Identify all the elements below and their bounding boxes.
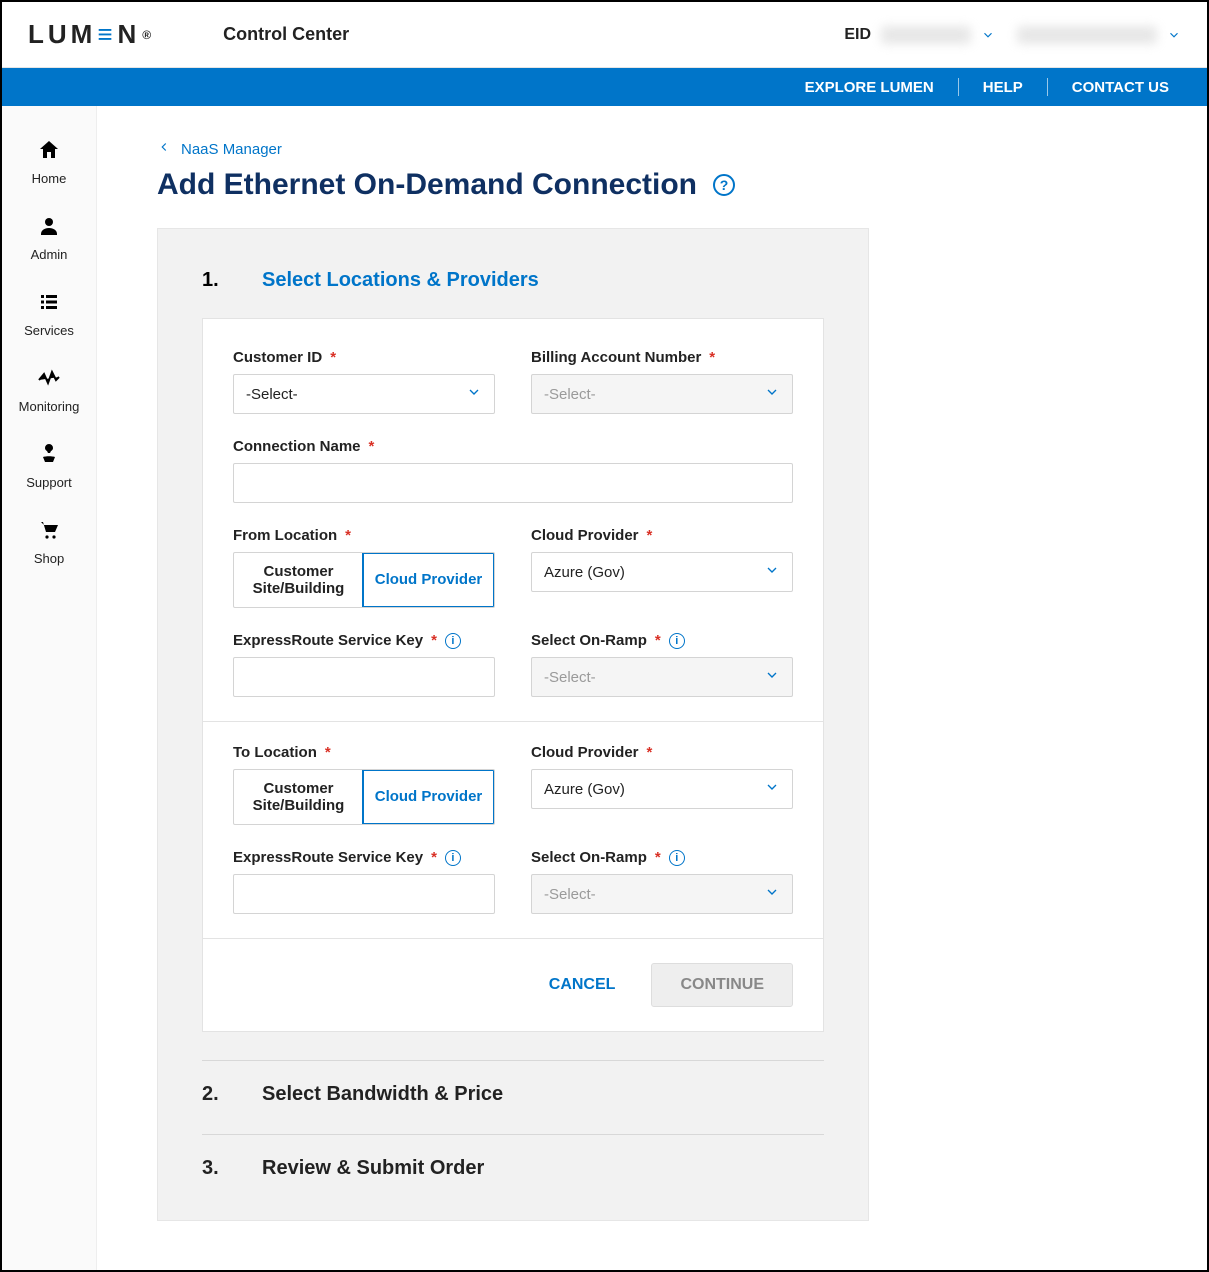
home-icon — [37, 138, 61, 165]
chevron-down-icon — [764, 884, 780, 904]
to-onramp-placeholder: -Select- — [544, 886, 764, 903]
from-onramp-select[interactable]: -Select- — [531, 657, 793, 697]
wizard-panel: 1. Select Locations & Providers Customer… — [157, 228, 869, 1221]
chevron-left-icon — [157, 140, 171, 158]
chevron-down-icon — [466, 384, 482, 404]
sidebar-item-home[interactable]: Home — [2, 124, 96, 200]
continue-button[interactable]: CONTINUE — [651, 963, 793, 1007]
ban-select[interactable]: -Select- — [531, 374, 793, 414]
eid-dropdown[interactable]: EID — [844, 26, 995, 44]
cart-icon — [37, 518, 61, 545]
breadcrumb[interactable]: NaaS Manager — [157, 140, 1147, 158]
sidebar-item-label: Shop — [34, 551, 64, 566]
info-icon[interactable]: i — [669, 850, 685, 866]
breadcrumb-link[interactable]: NaaS Manager — [181, 141, 282, 158]
ban-placeholder: -Select- — [544, 386, 764, 403]
from-cloud-provider-label: Cloud Provider * — [531, 527, 793, 544]
step-label: Select Locations & Providers — [262, 269, 539, 292]
info-icon[interactable]: i — [445, 850, 461, 866]
step-1-card: Customer ID * -Select- Billing Account N… — [202, 318, 824, 1032]
step-number: 3. — [202, 1157, 222, 1180]
chevron-down-icon — [981, 28, 995, 42]
from-cloud-provider-select[interactable]: Azure (Gov) — [531, 552, 793, 592]
chevron-down-icon — [764, 384, 780, 404]
nav-help[interactable]: HELP — [971, 79, 1035, 96]
chevron-down-icon — [764, 779, 780, 799]
to-svc-key-input[interactable] — [233, 874, 495, 914]
logo[interactable]: LUM≡N® — [28, 19, 155, 50]
sidebar-item-shop[interactable]: Shop — [2, 504, 96, 580]
to-onramp-select[interactable]: -Select- — [531, 874, 793, 914]
eid-value-redacted — [881, 26, 971, 44]
sidebar: Home Admin Services Monitoring Support S… — [2, 106, 97, 1270]
sidebar-item-services[interactable]: Services — [2, 276, 96, 352]
cancel-button[interactable]: CANCEL — [543, 975, 622, 995]
customer-id-value: -Select- — [246, 386, 466, 403]
support-icon — [37, 442, 61, 469]
step-label: Review & Submit Order — [262, 1157, 484, 1180]
sidebar-item-label: Services — [24, 323, 74, 338]
from-location-cloud[interactable]: Cloud Provider — [362, 552, 495, 608]
step-2-header[interactable]: 2. Select Bandwidth & Price — [202, 1060, 824, 1106]
step-label: Select Bandwidth & Price — [262, 1083, 503, 1106]
customer-id-label: Customer ID * — [233, 349, 495, 366]
product-name: Control Center — [223, 24, 349, 45]
to-cloud-provider-select[interactable]: Azure (Gov) — [531, 769, 793, 809]
account-dropdown[interactable] — [1017, 26, 1181, 44]
connection-name-input[interactable] — [233, 463, 793, 503]
eid-label: EID — [844, 26, 871, 44]
to-onramp-label: Select On-Ramp * i — [531, 849, 793, 866]
account-name-redacted — [1017, 26, 1157, 44]
to-location-customer[interactable]: Customer Site/Building — [234, 770, 363, 824]
nav-contact[interactable]: CONTACT US — [1060, 79, 1181, 96]
section-divider — [203, 721, 823, 722]
nav-explore[interactable]: EXPLORE LUMEN — [793, 79, 946, 96]
step-1-header: 1. Select Locations & Providers — [202, 269, 824, 292]
list-icon — [37, 290, 61, 317]
to-svc-key-label: ExpressRoute Service Key * i — [233, 849, 495, 866]
help-icon[interactable]: ? — [713, 174, 735, 196]
to-location-toggle: Customer Site/Building Cloud Provider — [233, 769, 495, 825]
user-icon — [37, 214, 61, 241]
chevron-down-icon — [764, 562, 780, 582]
from-svc-key-label: ExpressRoute Service Key * i — [233, 632, 495, 649]
from-onramp-label: Select On-Ramp * i — [531, 632, 793, 649]
step-number: 2. — [202, 1083, 222, 1106]
card-actions: CANCEL CONTINUE — [203, 938, 823, 1031]
connection-name-label: Connection Name * — [233, 438, 793, 455]
step-3-header[interactable]: 3. Review & Submit Order — [202, 1134, 824, 1180]
from-onramp-placeholder: -Select- — [544, 669, 764, 686]
to-cloud-provider-label: Cloud Provider * — [531, 744, 793, 761]
sidebar-item-support[interactable]: Support — [2, 428, 96, 504]
sidebar-item-label: Monitoring — [19, 399, 80, 414]
info-icon[interactable]: i — [669, 633, 685, 649]
top-nav: EXPLORE LUMEN HELP CONTACT US — [2, 68, 1207, 106]
step-number: 1. — [202, 269, 222, 292]
chevron-down-icon — [1167, 28, 1181, 42]
chevron-down-icon — [764, 667, 780, 687]
to-location-cloud[interactable]: Cloud Provider — [362, 769, 495, 825]
monitor-icon — [37, 366, 61, 393]
from-svc-key-input[interactable] — [233, 657, 495, 697]
page-title-text: Add Ethernet On-Demand Connection — [157, 168, 697, 202]
from-location-label: From Location * — [233, 527, 495, 544]
customer-id-select[interactable]: -Select- — [233, 374, 495, 414]
sidebar-item-admin[interactable]: Admin — [2, 200, 96, 276]
info-icon[interactable]: i — [445, 633, 461, 649]
app-header: LUM≡N® Control Center EID — [2, 2, 1207, 68]
sidebar-item-label: Home — [32, 171, 67, 186]
page-title: Add Ethernet On-Demand Connection ? — [157, 168, 1147, 202]
sidebar-item-monitoring[interactable]: Monitoring — [2, 352, 96, 428]
ban-label: Billing Account Number * — [531, 349, 793, 366]
to-location-label: To Location * — [233, 744, 495, 761]
sidebar-item-label: Support — [26, 475, 72, 490]
from-cloud-provider-value: Azure (Gov) — [544, 564, 764, 581]
from-location-toggle: Customer Site/Building Cloud Provider — [233, 552, 495, 608]
nav-separator — [1047, 78, 1048, 96]
sidebar-item-label: Admin — [31, 247, 68, 262]
to-cloud-provider-value: Azure (Gov) — [544, 781, 764, 798]
nav-separator — [958, 78, 959, 96]
from-location-customer[interactable]: Customer Site/Building — [234, 553, 363, 607]
